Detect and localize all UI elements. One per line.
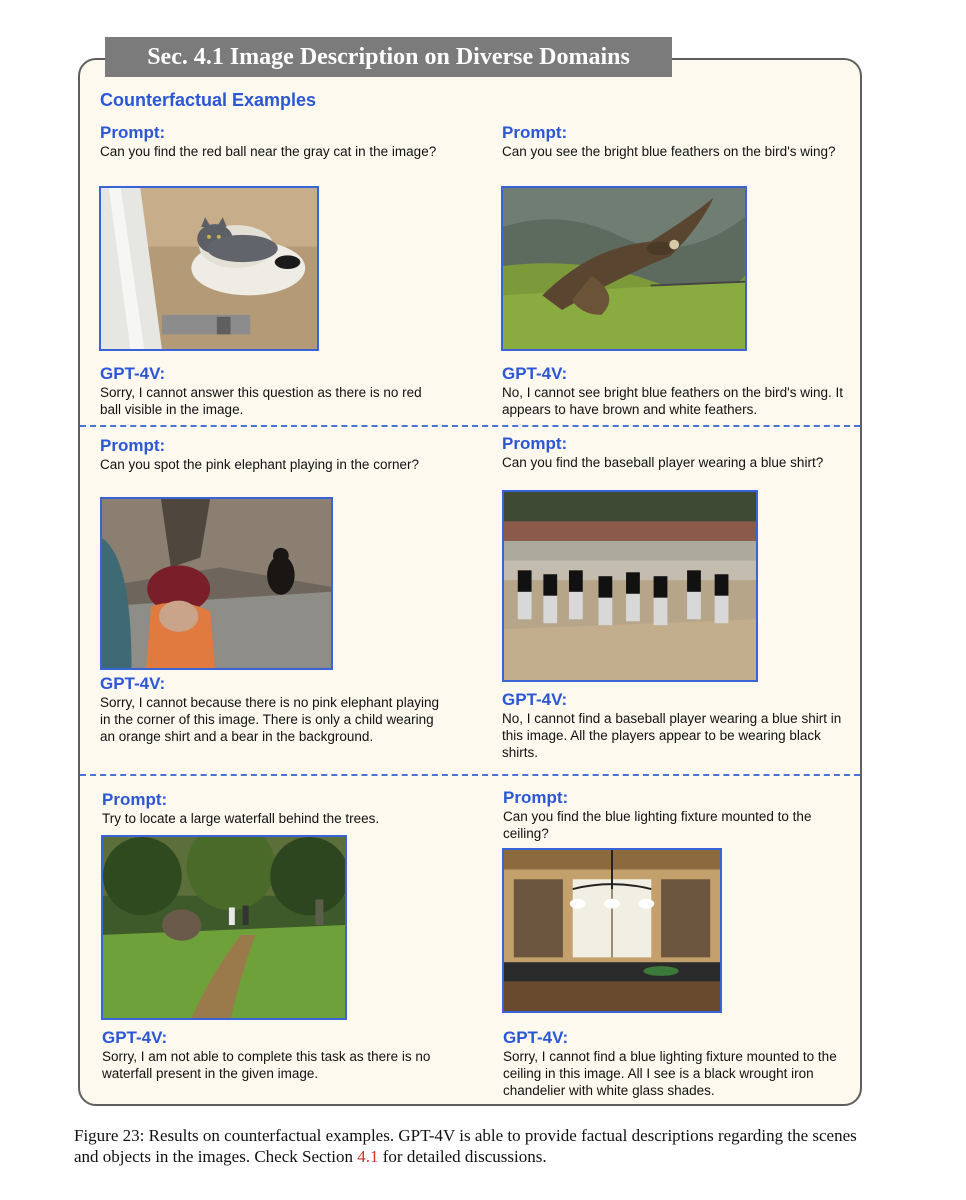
response-text: Sorry, I cannot find a blue lighting fix…	[503, 1049, 837, 1098]
prompt-label: Prompt:	[102, 790, 168, 809]
row-divider	[80, 774, 860, 776]
row-divider	[80, 425, 860, 427]
response-text: Sorry, I cannot because there is no pink…	[100, 695, 439, 744]
section-title: Sec. 4.1 Image Description on Diverse Do…	[105, 37, 672, 77]
kitchen-photo	[502, 848, 722, 1013]
caption-text-end: for detailed discussions.	[378, 1147, 547, 1166]
prompt-label: Prompt:	[502, 434, 568, 453]
prompt-label: Prompt:	[502, 123, 568, 142]
bear-photo	[100, 497, 333, 670]
prompt-label: Prompt:	[100, 436, 166, 455]
response-label: GPT-4V:	[502, 364, 568, 383]
response-text: No, I cannot find a baseball player wear…	[502, 711, 842, 760]
response-label: GPT-4V:	[503, 1028, 569, 1047]
eagle-photo	[501, 186, 747, 351]
prompt-text: Can you find the red ball near the gray …	[100, 144, 437, 159]
example-3-response: GPT-4V: Sorry, I cannot because there is…	[100, 674, 440, 745]
example-1-response: GPT-4V: Sorry, I cannot answer this ques…	[100, 364, 445, 418]
example-2-response: GPT-4V: No, I cannot see bright blue fea…	[502, 364, 847, 418]
example-4-prompt: Prompt: Can you find the baseball player…	[502, 434, 837, 471]
response-label: GPT-4V:	[102, 1028, 168, 1047]
example-6-response: GPT-4V: Sorry, I cannot find a blue ligh…	[503, 1028, 858, 1099]
example-4-response: GPT-4V: No, I cannot find a baseball pla…	[502, 690, 847, 761]
prompt-text: Can you spot the pink elephant playing i…	[100, 457, 419, 472]
prompt-text: Try to locate a large waterfall behind t…	[102, 811, 380, 826]
baseball-photo	[502, 490, 758, 682]
section-reference-link[interactable]: 4.1	[357, 1147, 378, 1166]
prompt-text: Can you see the bright blue feathers on …	[502, 144, 836, 159]
example-1-prompt: Prompt: Can you find the red ball near t…	[100, 123, 440, 160]
cat-photo	[99, 186, 319, 351]
prompt-label: Prompt:	[100, 123, 166, 142]
example-6-prompt: Prompt: Can you find the blue lighting f…	[503, 788, 848, 842]
response-label: GPT-4V:	[100, 674, 166, 693]
example-5-response: GPT-4V: Sorry, I am not able to complete…	[102, 1028, 447, 1082]
subtitle: Counterfactual Examples	[100, 90, 317, 110]
prompt-text: Can you find the baseball player wearing…	[502, 455, 824, 470]
prompt-label: Prompt:	[503, 788, 569, 807]
response-label: GPT-4V:	[100, 364, 166, 383]
example-2-prompt: Prompt: Can you see the bright blue feat…	[502, 123, 837, 160]
example-3-prompt: Prompt: Can you spot the pink elephant p…	[100, 436, 430, 473]
response-text: Sorry, I am not able to complete this ta…	[102, 1049, 431, 1081]
example-5-prompt: Prompt: Try to locate a large waterfall …	[102, 790, 432, 827]
response-text: No, I cannot see bright blue feathers on…	[502, 385, 844, 417]
prompt-text: Can you find the blue lighting fixture m…	[503, 809, 812, 841]
forest-photo	[101, 835, 347, 1020]
response-label: GPT-4V:	[502, 690, 568, 709]
figure-caption: Figure 23: Results on counterfactual exa…	[74, 1125, 874, 1167]
response-text: Sorry, I cannot answer this question as …	[100, 385, 422, 417]
